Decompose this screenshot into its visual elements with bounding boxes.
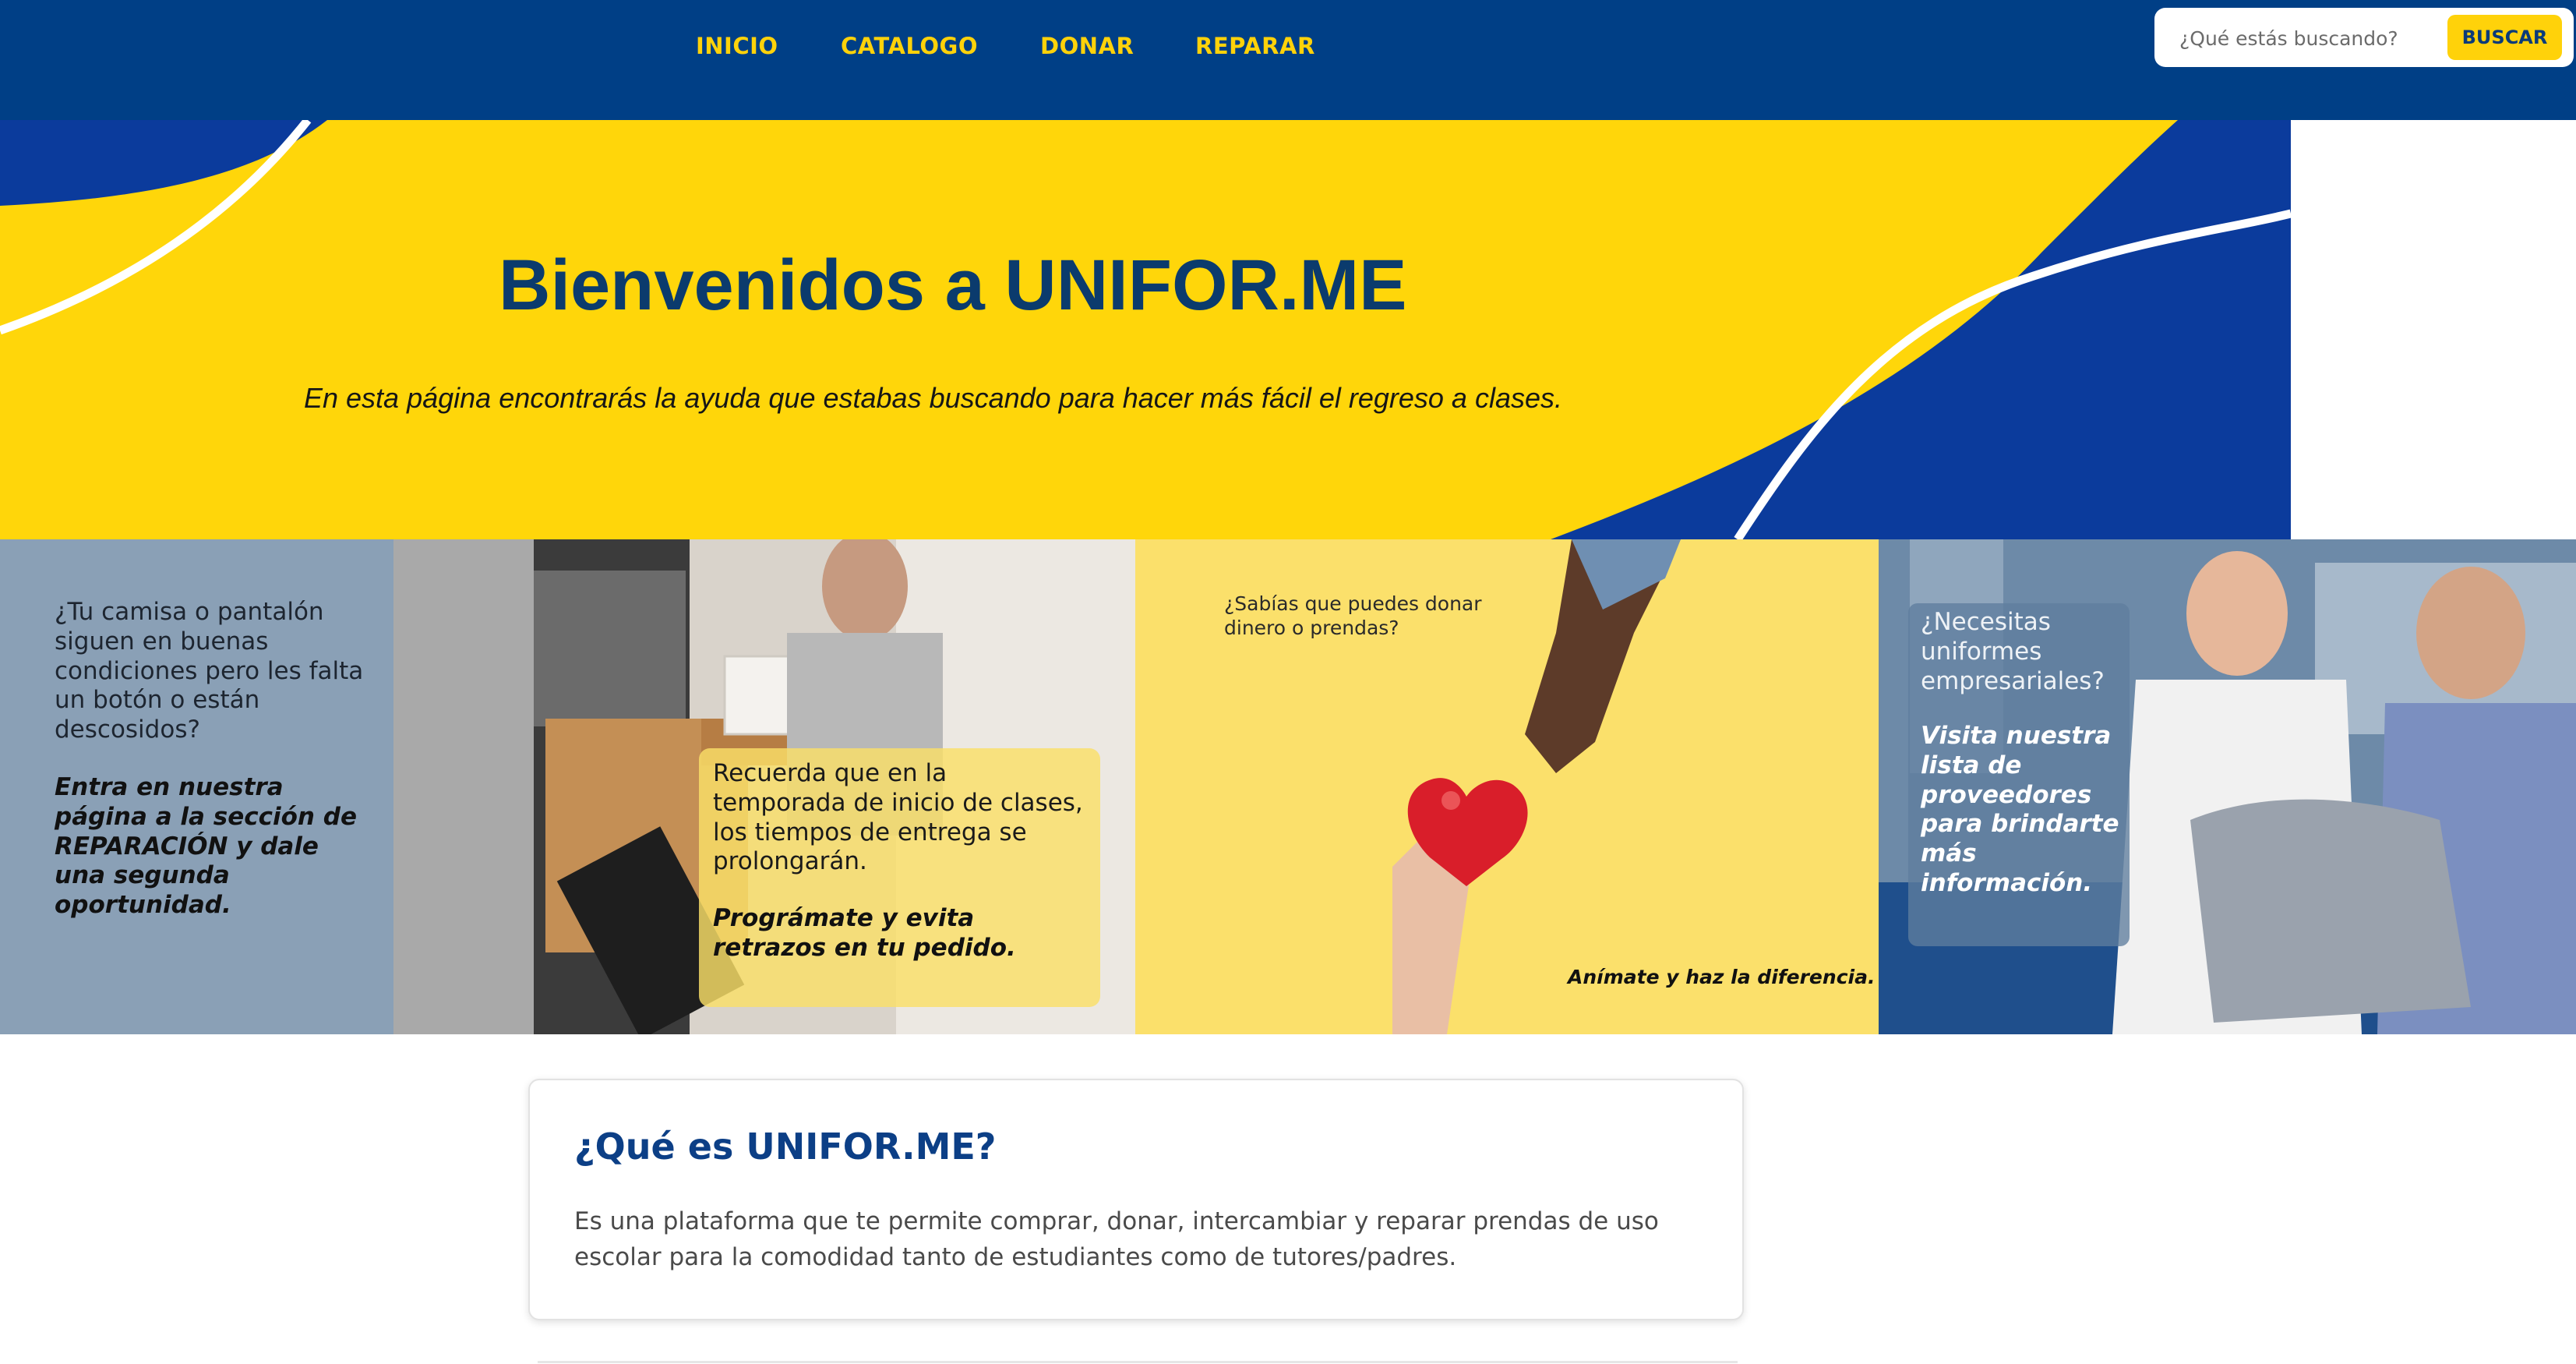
about-description: Es una plataforma que te permite comprar… [574, 1207, 1659, 1271]
donate-cta-text: Anímate y haz la diferencia. [1568, 966, 1876, 988]
repair-question-text: ¿Tu camisa o pantalón siguen en buenas c… [55, 598, 364, 744]
uniform-question-text: ¿Necesitas uniformes empresariales? [1921, 608, 2105, 695]
delivery-notice-card: Recuerda que en la temporada de inicio d… [699, 748, 1100, 1007]
repair-cta-text: Entra en nuestra página a la sección de … [55, 773, 357, 920]
hero-title: Bienvenidos a UNIFOR.ME [499, 246, 1407, 325]
hero-subtitle: En esta página encontrarás la ayuda que … [304, 382, 1562, 414]
uniform-info-card: ¿Necesitas uniformes empresariales? Visi… [1908, 603, 2130, 946]
hero-banner: Bienvenidos a UNIFOR.ME En esta página e… [0, 120, 2291, 539]
delivery-notice-cta: Prográmate y evita retrazos en tu pedido… [713, 904, 1016, 962]
uniform-promo-panel: ¿Necesitas uniformes empresariales? Visi… [1879, 539, 2576, 1034]
nav-inicio-link[interactable]: INICIO [696, 33, 778, 59]
donate-question-text: ¿Sabías que puedes donar dinero o prenda… [1224, 592, 1482, 639]
hero-wave-background [0, 120, 2291, 539]
about-card: ¿Qué es UNIFOR.ME? Es una plataforma que… [528, 1079, 1744, 1320]
donate-promo-panel: ¿Sabías que puedes donar dinero o prenda… [1135, 539, 1879, 1034]
about-title: ¿Qué es UNIFOR.ME? [574, 1125, 997, 1168]
nav-catalogo-link[interactable]: CATALOGO [841, 33, 978, 59]
search-button[interactable]: BUSCAR [2447, 15, 2562, 60]
nav-donar-link[interactable]: DONAR [1040, 33, 1134, 59]
nav-reparar-link[interactable]: REPARAR [1195, 33, 1315, 59]
section-divider [538, 1361, 1738, 1363]
uniform-cta-text: Visita nuestra lista de proveedores para… [1921, 722, 2119, 898]
promo-banner: ¿Tu camisa o pantalón siguen en buenas c… [0, 539, 2576, 1034]
top-navbar: INICIO CATALOGO DONAR REPARAR BUSCAR [0, 0, 2576, 120]
search-input[interactable] [2178, 20, 2461, 56]
repair-promo-panel: ¿Tu camisa o pantalón siguen en buenas c… [0, 539, 1135, 1034]
delivery-notice-text: Recuerda que en la temporada de inicio d… [713, 759, 1083, 876]
search-bar: BUSCAR [2154, 8, 2574, 67]
